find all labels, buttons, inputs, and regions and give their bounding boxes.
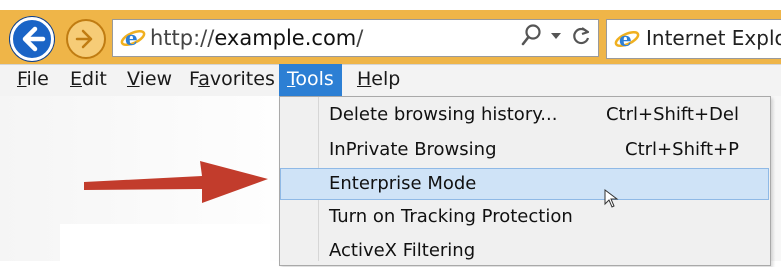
url-host: example.com	[214, 26, 357, 50]
menu-help[interactable]: Help	[357, 64, 400, 96]
red-arrow-icon	[84, 161, 268, 203]
menu-item-activex-filtering[interactable]: ActiveX Filtering	[280, 235, 769, 267]
menu-item-label: ActiveX Filtering	[329, 240, 476, 261]
search-icon[interactable]	[520, 23, 542, 49]
menu-item-shortcut: Ctrl+Shift+Del	[605, 104, 739, 125]
search-dropdown-icon[interactable]	[550, 31, 562, 41]
menu-item-label: Enterprise Mode	[329, 173, 477, 194]
svg-text:e: e	[619, 27, 632, 51]
menu-item-tracking-protection[interactable]: Turn on Tracking Protection	[280, 201, 769, 233]
menu-tools[interactable]: Tools	[279, 64, 342, 96]
menu-item-inprivate[interactable]: InPrivate Browsing Ctrl+Shift+P	[280, 134, 769, 166]
url-path: /	[356, 26, 364, 50]
back-arrow-icon	[22, 26, 46, 52]
window-top-edge	[0, 0, 781, 10]
tab-title: Internet Explorer	[646, 26, 781, 50]
forward-button[interactable]	[66, 19, 106, 59]
menu-item-enterprise-mode[interactable]: Enterprise Mode	[280, 168, 769, 200]
menu-view[interactable]: View	[127, 64, 172, 96]
menu-item-delete-history[interactable]: Delete browsing history... Ctrl+Shift+De…	[280, 99, 769, 131]
refresh-icon[interactable]	[570, 24, 592, 48]
url-scheme: http://	[150, 26, 215, 50]
menu-item-shortcut: Ctrl+Shift+P	[625, 139, 739, 160]
menu-item-label: InPrivate Browsing	[329, 139, 497, 160]
svg-text:e: e	[125, 26, 138, 50]
menu-file[interactable]: File	[17, 64, 49, 96]
back-button[interactable]	[10, 17, 54, 61]
menu-item-label: Turn on Tracking Protection	[329, 206, 573, 227]
menu-edit[interactable]: Edit	[70, 64, 107, 96]
menu-favorites[interactable]: Favorites	[189, 64, 275, 96]
mouse-cursor-icon	[604, 189, 619, 208]
menu-item-label: Delete browsing history...	[329, 104, 558, 125]
internet-explorer-logo-icon: e	[120, 26, 146, 50]
address-url[interactable]: http://example.com/	[150, 23, 363, 53]
tab-ie-logo-icon: e	[614, 27, 640, 51]
page-blank-panel	[60, 224, 270, 261]
forward-arrow-icon	[75, 29, 93, 49]
